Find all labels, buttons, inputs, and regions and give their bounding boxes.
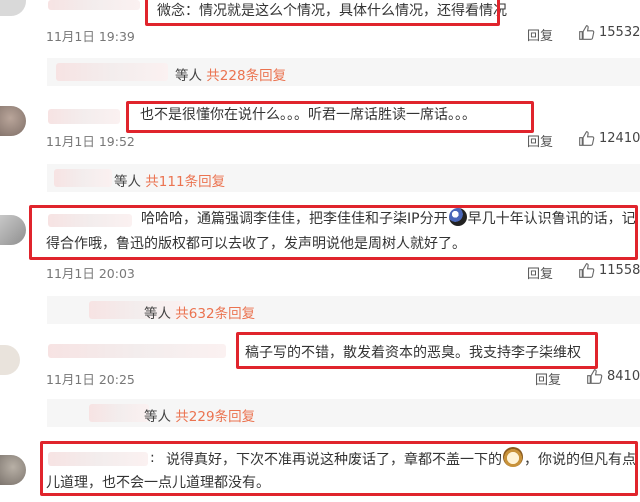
reply-thread-link[interactable]: 共228条回复 <box>206 68 286 84</box>
reply-usernames-blurred <box>56 63 168 81</box>
reply-thread-prefix: 等人 <box>144 409 171 425</box>
avatar[interactable] <box>0 455 26 485</box>
reply-thread-prefix: 等人 <box>175 68 202 84</box>
username-blurred[interactable] <box>48 344 226 358</box>
reply-thread-prefix: 等人 <box>114 174 141 190</box>
comment-time: 11月1日 20:03 <box>46 266 135 281</box>
reply-thread-bar: 等人 共632条回复 <box>47 296 640 324</box>
reply-usernames-blurred <box>89 404 149 422</box>
like-button[interactable]: 15532 <box>578 24 640 41</box>
thumbs-up-icon <box>579 263 595 278</box>
comment-time: 11月1日 19:52 <box>46 134 135 149</box>
username-blurred[interactable] <box>48 109 120 124</box>
reply-thread-link[interactable]: 共111条回复 <box>145 174 225 190</box>
like-button[interactable]: 11558 <box>578 262 640 279</box>
username-blurred[interactable] <box>48 0 140 10</box>
reply-button[interactable]: 回复 <box>535 369 561 388</box>
reply-button[interactable]: 回复 <box>527 263 553 282</box>
highlight-box <box>40 441 638 496</box>
comment-time: 11月1日 20:25 <box>46 372 135 387</box>
avatar[interactable] <box>0 106 26 136</box>
reply-button[interactable]: 回复 <box>527 131 553 150</box>
reply-thread-link[interactable]: 共632条回复 <box>175 306 255 322</box>
like-button[interactable]: 12410 <box>578 130 640 147</box>
reply-thread-link[interactable]: 共229条回复 <box>175 409 255 425</box>
reply-thread-bar: 等人 共228条回复 <box>47 58 640 86</box>
like-button[interactable]: 8410 <box>586 368 640 385</box>
reply-thread-bar: 等人 共111条回复 <box>47 164 640 192</box>
reply-thread-bar: 等人 共229条回复 <box>47 399 640 427</box>
highlight-box <box>126 101 534 133</box>
thumbs-up-icon <box>587 369 603 384</box>
reply-usernames-blurred <box>54 169 112 187</box>
avatar[interactable] <box>0 0 26 16</box>
avatar[interactable] <box>0 345 20 375</box>
thumbs-up-icon <box>579 131 595 146</box>
highlight-box <box>29 205 638 260</box>
like-count: 11558 <box>599 263 640 278</box>
comment-time: 11月1日 19:39 <box>46 29 135 44</box>
reply-button[interactable]: 回复 <box>527 25 553 44</box>
like-count: 12410 <box>599 131 640 146</box>
like-count: 8410 <box>607 369 640 384</box>
avatar[interactable] <box>0 215 26 245</box>
highlight-box <box>145 0 500 26</box>
reply-thread-prefix: 等人 <box>144 306 171 322</box>
highlight-box <box>236 332 598 369</box>
thumbs-up-icon <box>579 25 595 40</box>
like-count: 15532 <box>599 25 640 40</box>
